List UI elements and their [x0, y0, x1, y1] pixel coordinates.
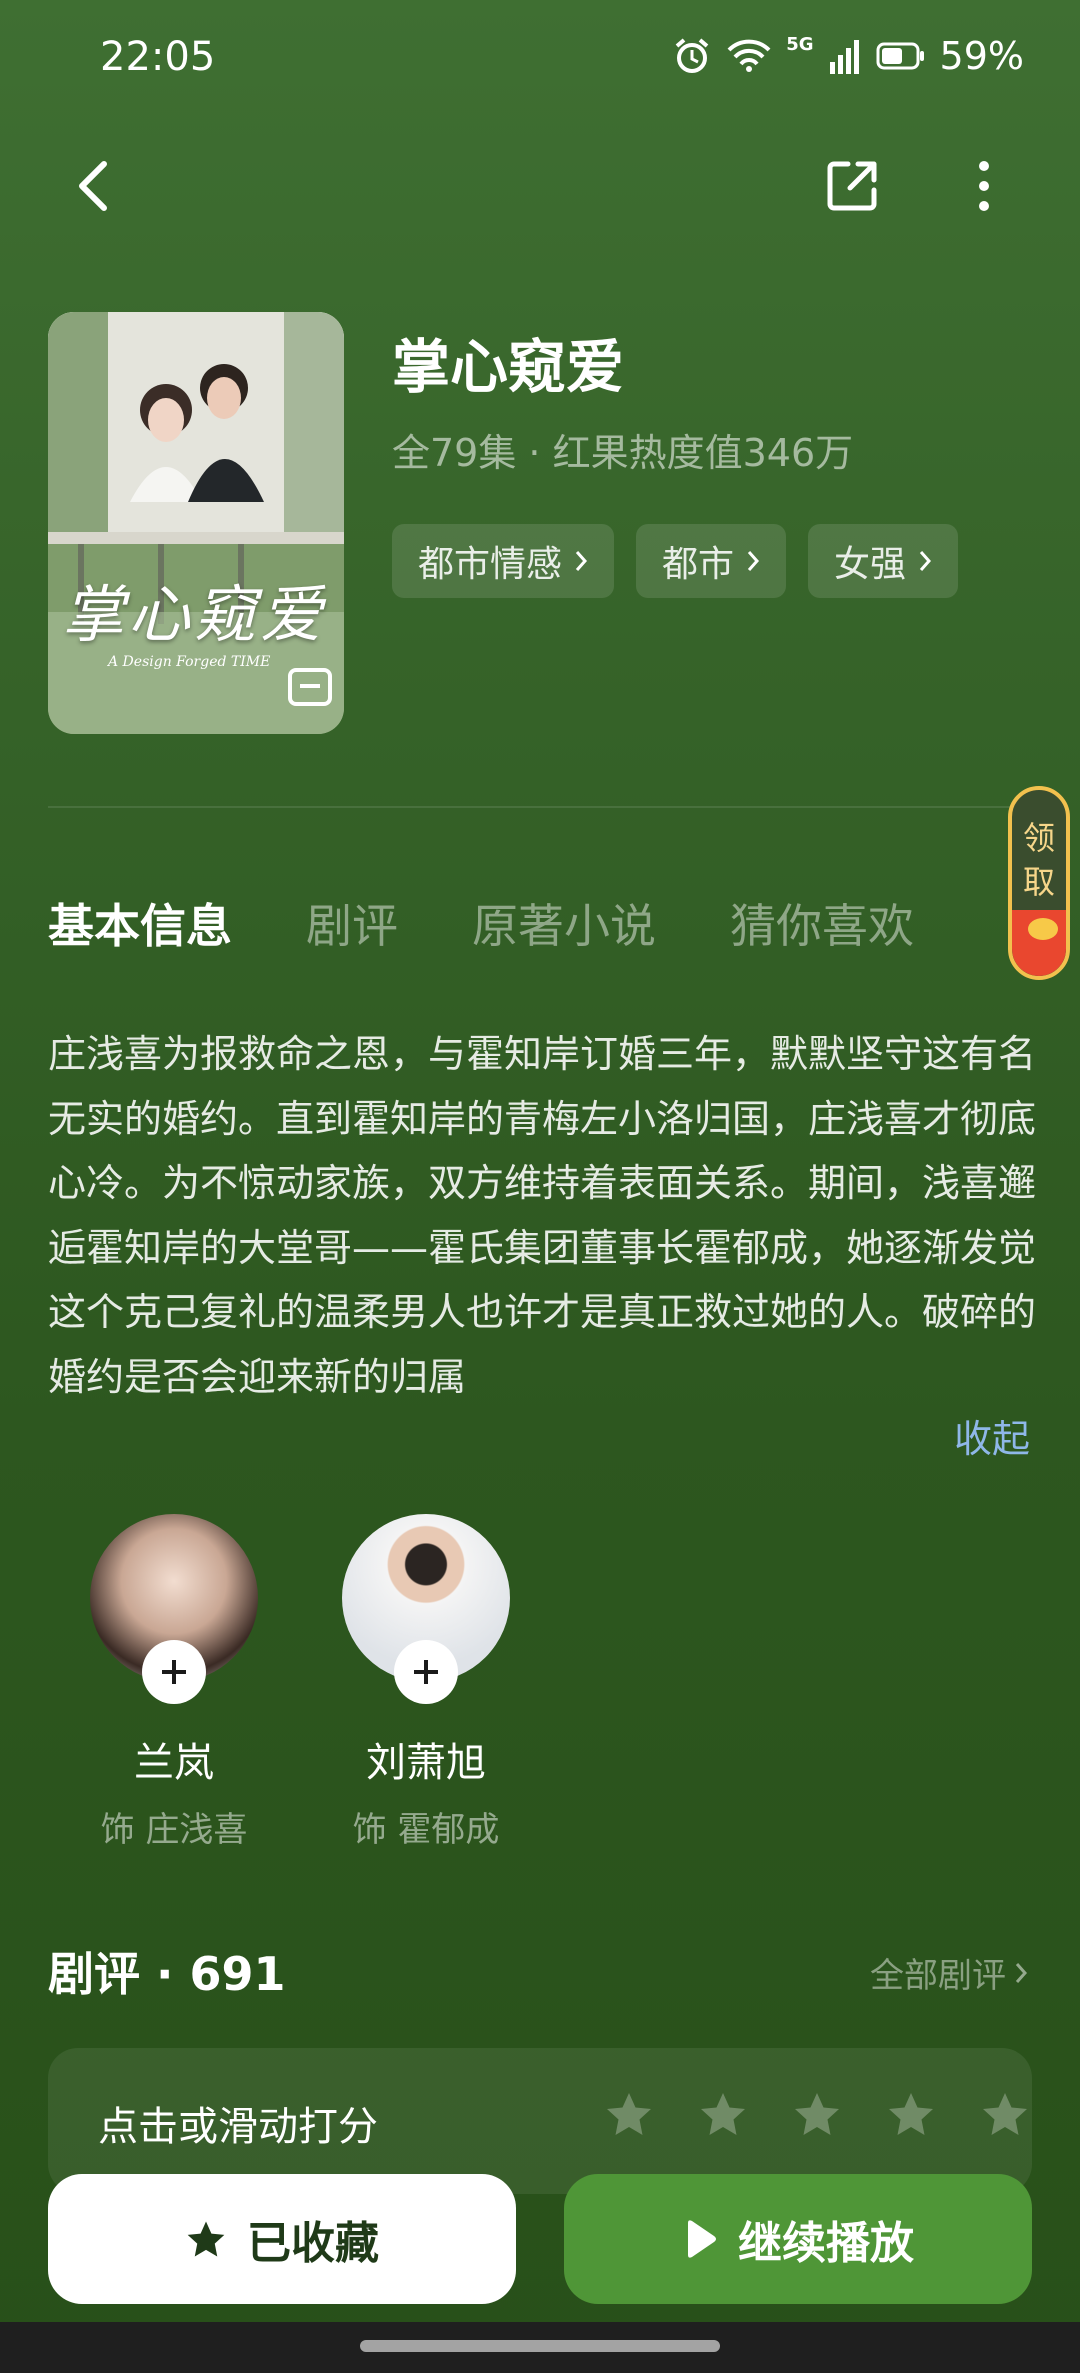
battery-percent: 59% — [939, 34, 1024, 78]
share-icon — [827, 161, 877, 211]
star-icon[interactable] — [698, 2090, 748, 2138]
alarm-icon — [675, 38, 709, 73]
home-indicator[interactable] — [360, 2340, 720, 2352]
battery-icon — [876, 42, 924, 70]
chevron-left-icon — [79, 161, 107, 211]
collapse-link[interactable]: 收起 — [954, 1408, 1030, 1463]
cast-member[interactable]: 兰岚 饰 庄浅喜 — [74, 1514, 274, 1851]
synopsis-text: 庄浅喜为报救命之恩，与霍知岸订婚三年，默默坚守这有名无实的婚约。直到霍知岸的青梅… — [48, 1032, 1037, 1399]
genre-tag[interactable]: 都市情感 — [392, 524, 615, 598]
star-icon[interactable] — [980, 2090, 1030, 2138]
reviews-title: 剧评 · 691 — [48, 1947, 286, 2001]
star-icon[interactable] — [792, 2090, 842, 2138]
chevron-right-icon — [919, 551, 932, 571]
follow-button[interactable] — [142, 1640, 206, 1704]
cast-role: 饰 霍郁成 — [352, 1810, 500, 1850]
poster-badge-icon — [288, 668, 332, 706]
show-poster[interactable]: 掌心窥爱 A Design Forged TIME — [48, 312, 344, 734]
cast-name: 刘萧旭 — [366, 1740, 486, 1786]
tab-original-novel[interactable]: 原著小说 — [472, 890, 656, 956]
plus-icon — [162, 1660, 186, 1684]
reward-label: 领取 — [1022, 819, 1055, 901]
section-divider — [48, 806, 1032, 808]
chevron-right-icon — [1015, 1962, 1028, 1983]
network-label: 5G — [786, 34, 814, 55]
cast-role: 饰 庄浅喜 — [100, 1810, 248, 1850]
cast-member[interactable]: 刘萧旭 饰 霍郁成 — [326, 1514, 526, 1851]
genre-tags: 都市情感 都市 女强 — [392, 524, 959, 598]
favorite-button[interactable]: 已收藏 — [48, 2174, 516, 2304]
back-button[interactable] — [54, 146, 134, 226]
cast-name: 兰岚 — [134, 1740, 214, 1786]
star-icon[interactable] — [604, 2090, 654, 2138]
tab-recommendations[interactable]: 猜你喜欢 — [730, 890, 914, 956]
reward-float-button[interactable]: 领取 — [1008, 786, 1070, 980]
poster-subtitle: A Design Forged TIME — [108, 654, 271, 670]
star-icon[interactable] — [886, 2090, 936, 2138]
star-rating[interactable] — [604, 2090, 1030, 2138]
poster-title: 掌心窥爱 — [62, 578, 327, 651]
plus-icon — [414, 1660, 438, 1684]
genre-tag[interactable]: 女强 — [808, 524, 959, 598]
rating-prompt: 点击或滑动打分 — [98, 2104, 378, 2150]
avatar[interactable] — [342, 1514, 510, 1704]
tab-reviews[interactable]: 剧评 — [306, 890, 398, 956]
status-icons: 5G 59% — [672, 34, 1024, 78]
share-button[interactable] — [812, 146, 892, 226]
chevron-right-icon — [575, 551, 588, 571]
chevron-right-icon — [747, 551, 760, 571]
genre-tag[interactable]: 都市 — [636, 524, 787, 598]
star-filled-icon — [187, 2221, 225, 2257]
show-meta: 全79集 · 红果热度值346万 — [392, 431, 854, 475]
continue-play-button[interactable]: 继续播放 — [564, 2174, 1032, 2304]
follow-button[interactable] — [394, 1640, 458, 1704]
signal-icon — [829, 40, 859, 74]
show-title: 掌心窥爱 — [392, 333, 625, 401]
avatar[interactable] — [90, 1514, 258, 1704]
tab-basic-info[interactable]: 基本信息 — [48, 890, 232, 956]
status-time: 22:05 — [100, 34, 216, 80]
wifi-icon — [727, 39, 771, 72]
detail-tabs: 基本信息 剧评 原著小说 猜你喜欢 — [48, 890, 914, 956]
more-vertical-icon — [979, 161, 989, 211]
coin-icon — [1028, 918, 1058, 940]
more-button[interactable] — [944, 146, 1024, 226]
all-reviews-link[interactable]: 全部剧评 — [870, 1948, 1028, 1997]
play-icon — [688, 2220, 716, 2258]
